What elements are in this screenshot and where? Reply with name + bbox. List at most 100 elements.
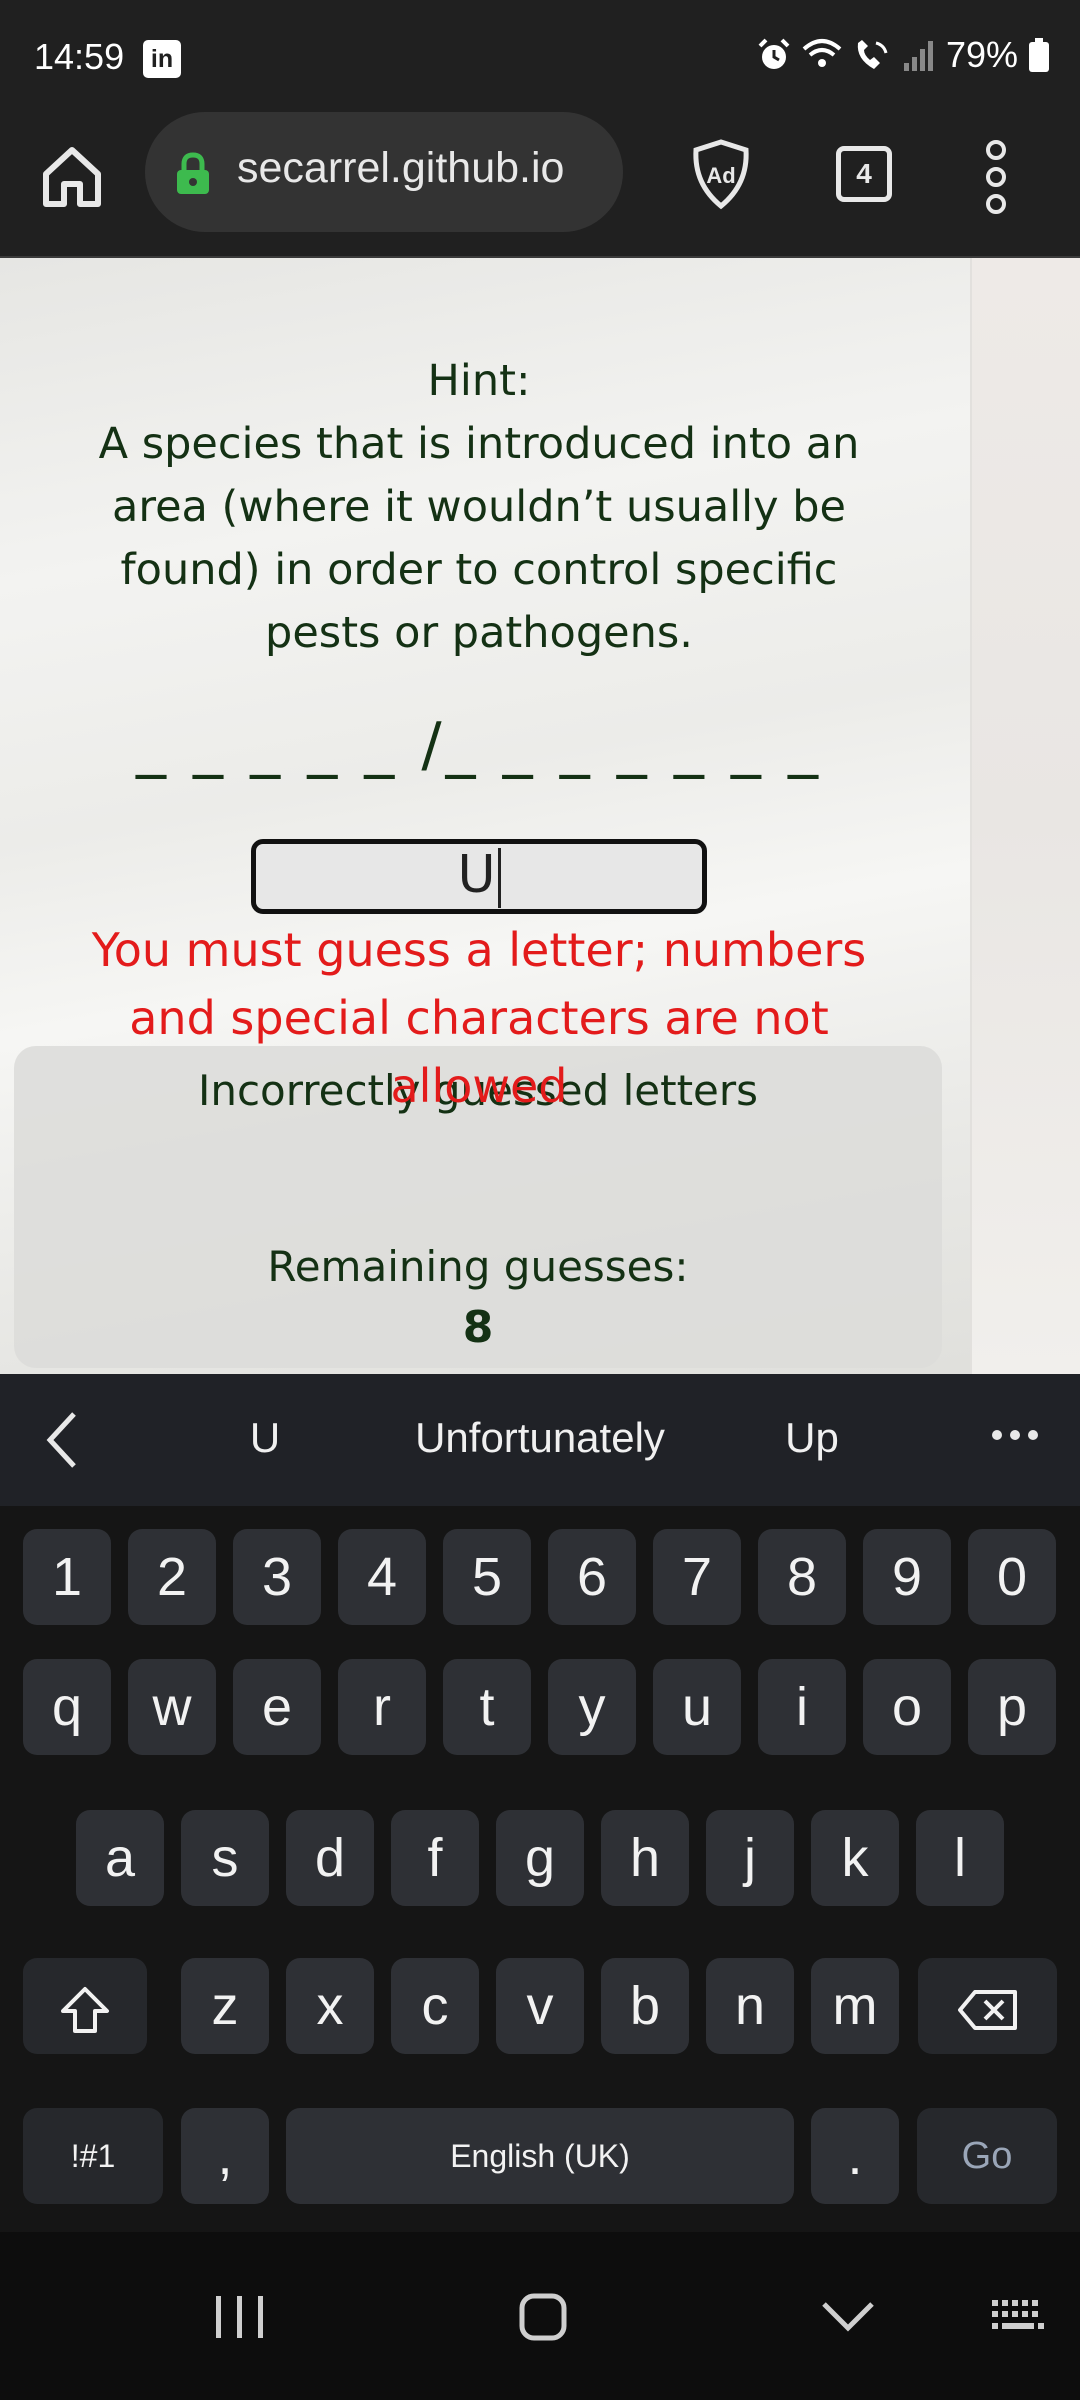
- key-v[interactable]: v: [496, 1958, 584, 2054]
- chevron-down-icon: [822, 2302, 874, 2332]
- key-k[interactable]: k: [811, 1810, 899, 1906]
- shift-key[interactable]: [23, 1958, 147, 2054]
- key-6[interactable]: 6: [548, 1529, 636, 1625]
- remaining-guesses-label: Remaining guesses:: [267, 1242, 689, 1291]
- backspace-icon: [957, 1989, 1017, 2030]
- chevron-left-icon: [46, 1412, 76, 1468]
- guess-input-value: U: [457, 845, 496, 905]
- battery-icon: [1029, 38, 1049, 72]
- status-bar: 14:59 in 79%: [0, 0, 1080, 110]
- key-4[interactable]: 4: [338, 1529, 426, 1625]
- error-message: You must guess a letter; numbers and spe…: [60, 916, 898, 1120]
- navigation-bar: [0, 2232, 1080, 2400]
- key-a[interactable]: a: [76, 1810, 164, 1906]
- suggestion-more-button[interactable]: [990, 1428, 1040, 1447]
- key-w[interactable]: w: [128, 1659, 216, 1755]
- battery-percent: 79%: [945, 34, 1018, 75]
- linkedin-icon: in: [143, 40, 181, 78]
- key-j[interactable]: j: [706, 1810, 794, 1906]
- letter-guess-input[interactable]: U: [251, 839, 707, 914]
- key-z[interactable]: z: [181, 1958, 269, 2054]
- key-3[interactable]: 3: [233, 1529, 321, 1625]
- hide-keyboard-button[interactable]: [820, 2298, 876, 2339]
- signal-icon: [903, 41, 933, 71]
- hint-line: found) in order to control specific: [120, 545, 838, 595]
- home-nav-button[interactable]: [518, 2292, 568, 2347]
- more-horiz-icon: [992, 1430, 1038, 1440]
- word-blanks: _ _ _ _ _ /_ _ _ _ _ _ _: [135, 710, 822, 780]
- key-y[interactable]: y: [548, 1659, 636, 1755]
- ad-block-button[interactable]: Ad: [690, 138, 752, 210]
- key-h[interactable]: h: [601, 1810, 689, 1906]
- game-page: Hint: A species that is introduced into …: [0, 258, 1080, 1374]
- key-9[interactable]: 9: [863, 1529, 951, 1625]
- key-7[interactable]: 7: [653, 1529, 741, 1625]
- space-key[interactable]: English (UK): [286, 2108, 794, 2204]
- home-icon: [43, 147, 101, 207]
- status-icons: 79%: [756, 34, 1050, 76]
- key-b[interactable]: b: [601, 1958, 689, 2054]
- go-key[interactable]: Go: [917, 2108, 1057, 2204]
- home-nav-icon: [519, 2293, 567, 2341]
- key-r[interactable]: r: [338, 1659, 426, 1755]
- key-u[interactable]: u: [653, 1659, 741, 1755]
- keyboard-icon: [992, 2300, 1044, 2329]
- page-side-strip: [970, 258, 1080, 1374]
- key-5[interactable]: 5: [443, 1529, 531, 1625]
- text-caret: [497, 848, 501, 908]
- ad-block-icon: Ad: [693, 139, 749, 210]
- home-button[interactable]: [36, 140, 108, 212]
- alarm-icon: [758, 38, 790, 69]
- status-time: 14:59: [34, 36, 125, 77]
- shift-icon: [61, 1986, 109, 2033]
- suggestion-bar: U Unfortunately Up: [0, 1374, 1080, 1506]
- suggestion-1[interactable]: U: [220, 1414, 310, 1462]
- key-q[interactable]: q: [23, 1659, 111, 1755]
- suggestion-2[interactable]: Unfortunately: [370, 1414, 710, 1462]
- wifi-icon: [802, 39, 842, 67]
- backspace-key[interactable]: [918, 1958, 1057, 2054]
- address-bar[interactable]: secarrel.github.io: [145, 112, 623, 232]
- url-text: secarrel.github.io: [237, 144, 565, 192]
- lock-icon: [177, 152, 209, 194]
- key-t[interactable]: t: [443, 1659, 531, 1755]
- key-p[interactable]: p: [968, 1659, 1056, 1755]
- key-f[interactable]: f: [391, 1810, 479, 1906]
- hint-line: area (where it wouldn’t usually be: [112, 482, 846, 532]
- key-n[interactable]: n: [706, 1958, 794, 2054]
- tabs-icon[interactable]: 4: [836, 146, 892, 202]
- key-8[interactable]: 8: [758, 1529, 846, 1625]
- key-0[interactable]: 0: [968, 1529, 1056, 1625]
- key-e[interactable]: e: [233, 1659, 321, 1755]
- more-button[interactable]: [984, 140, 1008, 214]
- key-1[interactable]: 1: [23, 1529, 111, 1625]
- error-line: and special characters are not: [129, 991, 829, 1045]
- remaining-guesses-value: 8: [462, 1302, 494, 1353]
- comma-key[interactable]: ,: [181, 2108, 269, 2204]
- suggestion-back-button[interactable]: [42, 1410, 82, 1470]
- svg-text:Ad: Ad: [706, 163, 735, 188]
- error-line: allowed: [390, 1059, 568, 1113]
- error-line: You must guess a letter; numbers: [91, 923, 867, 977]
- key-m[interactable]: m: [811, 1958, 899, 2054]
- key-2[interactable]: 2: [128, 1529, 216, 1625]
- more-vert-icon: [986, 140, 1006, 214]
- hint-block: Hint: A species that is introduced into …: [60, 350, 898, 665]
- key-o[interactable]: o: [863, 1659, 951, 1755]
- hint-title: Hint:: [427, 356, 531, 406]
- suggestion-3[interactable]: Up: [752, 1414, 872, 1462]
- keyboard-switch-button[interactable]: [990, 2296, 1046, 2341]
- key-d[interactable]: d: [286, 1810, 374, 1906]
- symbols-key[interactable]: !#1: [23, 2108, 163, 2204]
- key-c[interactable]: c: [391, 1958, 479, 2054]
- key-i[interactable]: i: [758, 1659, 846, 1755]
- period-key[interactable]: .: [811, 2108, 899, 2204]
- keyboard: U Unfortunately Up 1234567890 qwertyuiop a…: [0, 1374, 1080, 2232]
- key-l[interactable]: l: [916, 1810, 1004, 1906]
- recent-apps-icon: [216, 2296, 263, 2338]
- key-x[interactable]: x: [286, 1958, 374, 2054]
- key-g[interactable]: g: [496, 1810, 584, 1906]
- recent-apps-button[interactable]: [210, 2292, 270, 2347]
- key-s[interactable]: s: [181, 1810, 269, 1906]
- hint-line: A species that is introduced into an: [98, 419, 860, 469]
